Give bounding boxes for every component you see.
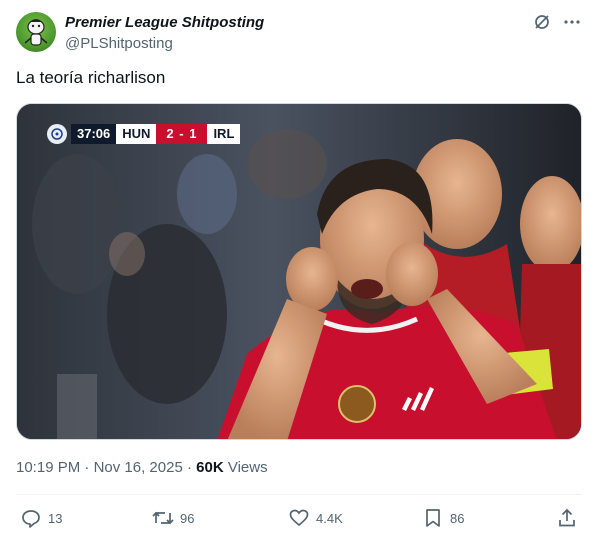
views-label: Views	[227, 459, 268, 476]
reply-icon	[20, 507, 42, 529]
author-names: Premier League Shitposting @PLShitpostin…	[65, 13, 264, 54]
display-name[interactable]: Premier League Shitposting	[65, 13, 264, 33]
separator: ·	[84, 459, 90, 476]
header-icons	[532, 12, 582, 32]
handle[interactable]: @PLShitposting	[65, 34, 264, 54]
bookmark-count: 86	[450, 510, 465, 526]
tweet-media-image[interactable]: 37:06 HUN 2 - 1 IRL	[16, 103, 582, 440]
repost-button[interactable]: 96	[152, 507, 194, 529]
repost-icon	[152, 507, 174, 529]
avatar[interactable]	[16, 12, 56, 52]
views-count: 60K	[196, 459, 224, 476]
repost-count: 96	[180, 510, 195, 526]
post-time[interactable]: 10:19 PM	[16, 459, 80, 476]
post-date[interactable]: Nov 16, 2025	[94, 459, 183, 476]
match-score: 2 - 1	[156, 124, 208, 144]
uefa-logo-icon	[47, 124, 67, 144]
reply-count: 13	[48, 510, 63, 526]
reply-button[interactable]: 13	[20, 507, 62, 529]
away-team: IRL	[207, 124, 241, 144]
scoreboard-overlay: 37:06 HUN 2 - 1 IRL	[47, 124, 241, 144]
heart-icon	[288, 507, 310, 529]
action-bar: 13 96 4.4K 86	[16, 496, 582, 542]
like-button[interactable]: 4.4K	[288, 507, 343, 529]
match-time: 37:06	[71, 124, 117, 144]
share-button[interactable]	[556, 507, 578, 529]
bookmark-icon	[422, 507, 444, 529]
like-count: 4.4K	[316, 510, 343, 526]
more-icon[interactable]	[562, 12, 582, 32]
grok-icon[interactable]	[532, 12, 552, 32]
bookmark-button[interactable]: 86	[422, 507, 464, 529]
tweet-meta: 10:19 PM · Nov 16, 2025 · 60K Views	[16, 458, 268, 478]
tweet-header: Premier League Shitposting @PLShitpostin…	[16, 12, 582, 56]
separator: ·	[186, 459, 192, 476]
share-icon	[556, 507, 578, 529]
football-celebration-photo	[17, 104, 581, 439]
home-team: HUN	[116, 124, 157, 144]
divider	[16, 494, 582, 495]
tweet-text: La teoría richarlison	[16, 68, 166, 87]
cartoon-character-icon	[24, 19, 48, 46]
